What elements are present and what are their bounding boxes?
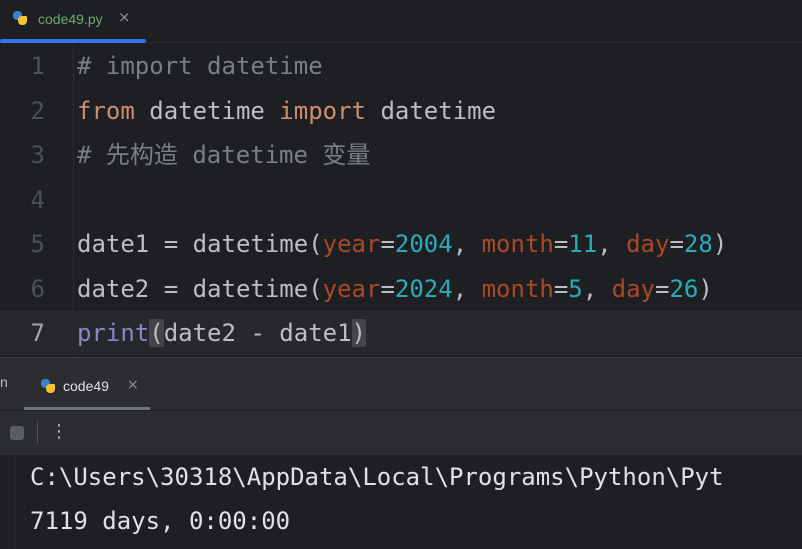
code-line[interactable]: 4 <box>0 178 802 222</box>
code-token: # 先构造 datetime 变量 <box>77 141 371 169</box>
code-token: from <box>77 96 135 125</box>
code-token: 11 <box>568 230 598 258</box>
code-line[interactable]: 5 date1 = datetime(year=2004, month=11, d… <box>0 222 802 266</box>
code-token: 5 <box>568 274 583 303</box>
editor-tab[interactable]: code49.py × <box>0 0 146 43</box>
clipped-panel-label: n <box>0 374 8 390</box>
code-token: ) <box>698 274 713 303</box>
code-line[interactable]: 3 # 先构造 datetime 变量 <box>0 133 802 177</box>
editor-tab-close-icon[interactable]: × <box>118 8 131 26</box>
code-token: print <box>77 319 150 347</box>
code-token: ) <box>351 319 366 347</box>
run-toolbar: ⋮ <box>0 410 802 455</box>
run-tab[interactable]: code49 × <box>24 358 150 410</box>
code-token: ) <box>712 230 728 258</box>
code-text: date2 = datetime(year=2024, month=5, day… <box>77 267 713 311</box>
run-tab-label: code49 <box>63 378 109 394</box>
run-tab-close-icon[interactable]: × <box>127 377 139 393</box>
code-token: 2024 <box>394 274 453 303</box>
code-token: year <box>322 274 381 303</box>
code-token: # import datetime <box>77 52 323 80</box>
code-text: # 先构造 datetime 变量 <box>77 133 370 177</box>
toolbar-separator <box>37 422 38 444</box>
code-token: datetime <box>134 96 280 125</box>
python-file-icon <box>12 10 28 26</box>
line-number: 5 <box>30 230 45 258</box>
run-tab-bar: n code49 × <box>0 358 802 410</box>
code-line[interactable]: 1 # import datetime <box>0 44 802 88</box>
code-token: date1 = datetime( <box>77 230 323 258</box>
console-line: 7119 days, 0:00:00 <box>30 507 291 535</box>
code-token: ( <box>149 319 164 347</box>
code-text: # import datetime <box>77 44 323 88</box>
code-token: = <box>380 230 395 258</box>
console-line: C:\Users\30318\AppData\Local\Programs\Py… <box>30 463 724 491</box>
code-token: , <box>582 274 612 303</box>
code-text: print(date2 - date1) <box>77 311 366 355</box>
code-token: = <box>655 274 670 303</box>
console-output[interactable]: C:\Users\30318\AppData\Local\Programs\Py… <box>0 455 802 549</box>
code-line[interactable]: 7 print(date2 - date1) <box>0 311 802 355</box>
console-left-border <box>14 455 15 549</box>
code-token: day <box>626 230 670 258</box>
code-token: , <box>597 230 627 258</box>
line-number: 6 <box>30 274 45 303</box>
code-editor[interactable]: 1 # import datetime 2 from datetime import … <box>0 43 802 356</box>
editor-tab-filename: code49.py <box>38 11 103 27</box>
more-options-icon[interactable]: ⋮ <box>50 421 68 443</box>
code-token: import <box>279 96 366 125</box>
run-tool-window: n code49 × ⋮ C:\Users\30318\AppData\Loca… <box>0 357 802 549</box>
code-token: year <box>322 230 381 258</box>
code-token: month <box>481 274 554 303</box>
python-run-icon <box>40 378 56 394</box>
code-token: = <box>553 274 569 303</box>
line-number: 4 <box>30 185 45 214</box>
code-token: = <box>669 230 684 258</box>
code-token: , <box>452 230 482 258</box>
code-token: 26 <box>669 274 699 303</box>
stop-button[interactable] <box>10 426 24 440</box>
code-line[interactable]: 6 date2 = datetime(year=2024, month=5, da… <box>0 267 802 311</box>
line-number: 3 <box>30 141 45 169</box>
code-token: , <box>452 274 482 303</box>
code-token: day <box>611 274 656 303</box>
code-token: = <box>553 230 569 258</box>
code-token: datetime <box>366 96 497 125</box>
code-text: date1 = datetime(year=2004, month=11, da… <box>77 222 727 266</box>
code-text: from datetime import datetime <box>77 89 496 133</box>
editor-tab-bar: code49.py × <box>0 0 802 43</box>
line-number: 7 <box>30 319 45 347</box>
gutter-border <box>73 43 74 356</box>
line-number: 2 <box>30 96 45 125</box>
code-token: = <box>380 274 395 303</box>
code-token: date2 = datetime( <box>77 274 323 303</box>
code-token: 28 <box>683 230 713 258</box>
code-line[interactable]: 2 from datetime import datetime <box>0 89 802 133</box>
line-number: 1 <box>30 52 45 80</box>
code-token: month <box>481 230 554 258</box>
code-token: date2 - date1 <box>163 319 352 347</box>
code-token: 2004 <box>394 230 453 258</box>
